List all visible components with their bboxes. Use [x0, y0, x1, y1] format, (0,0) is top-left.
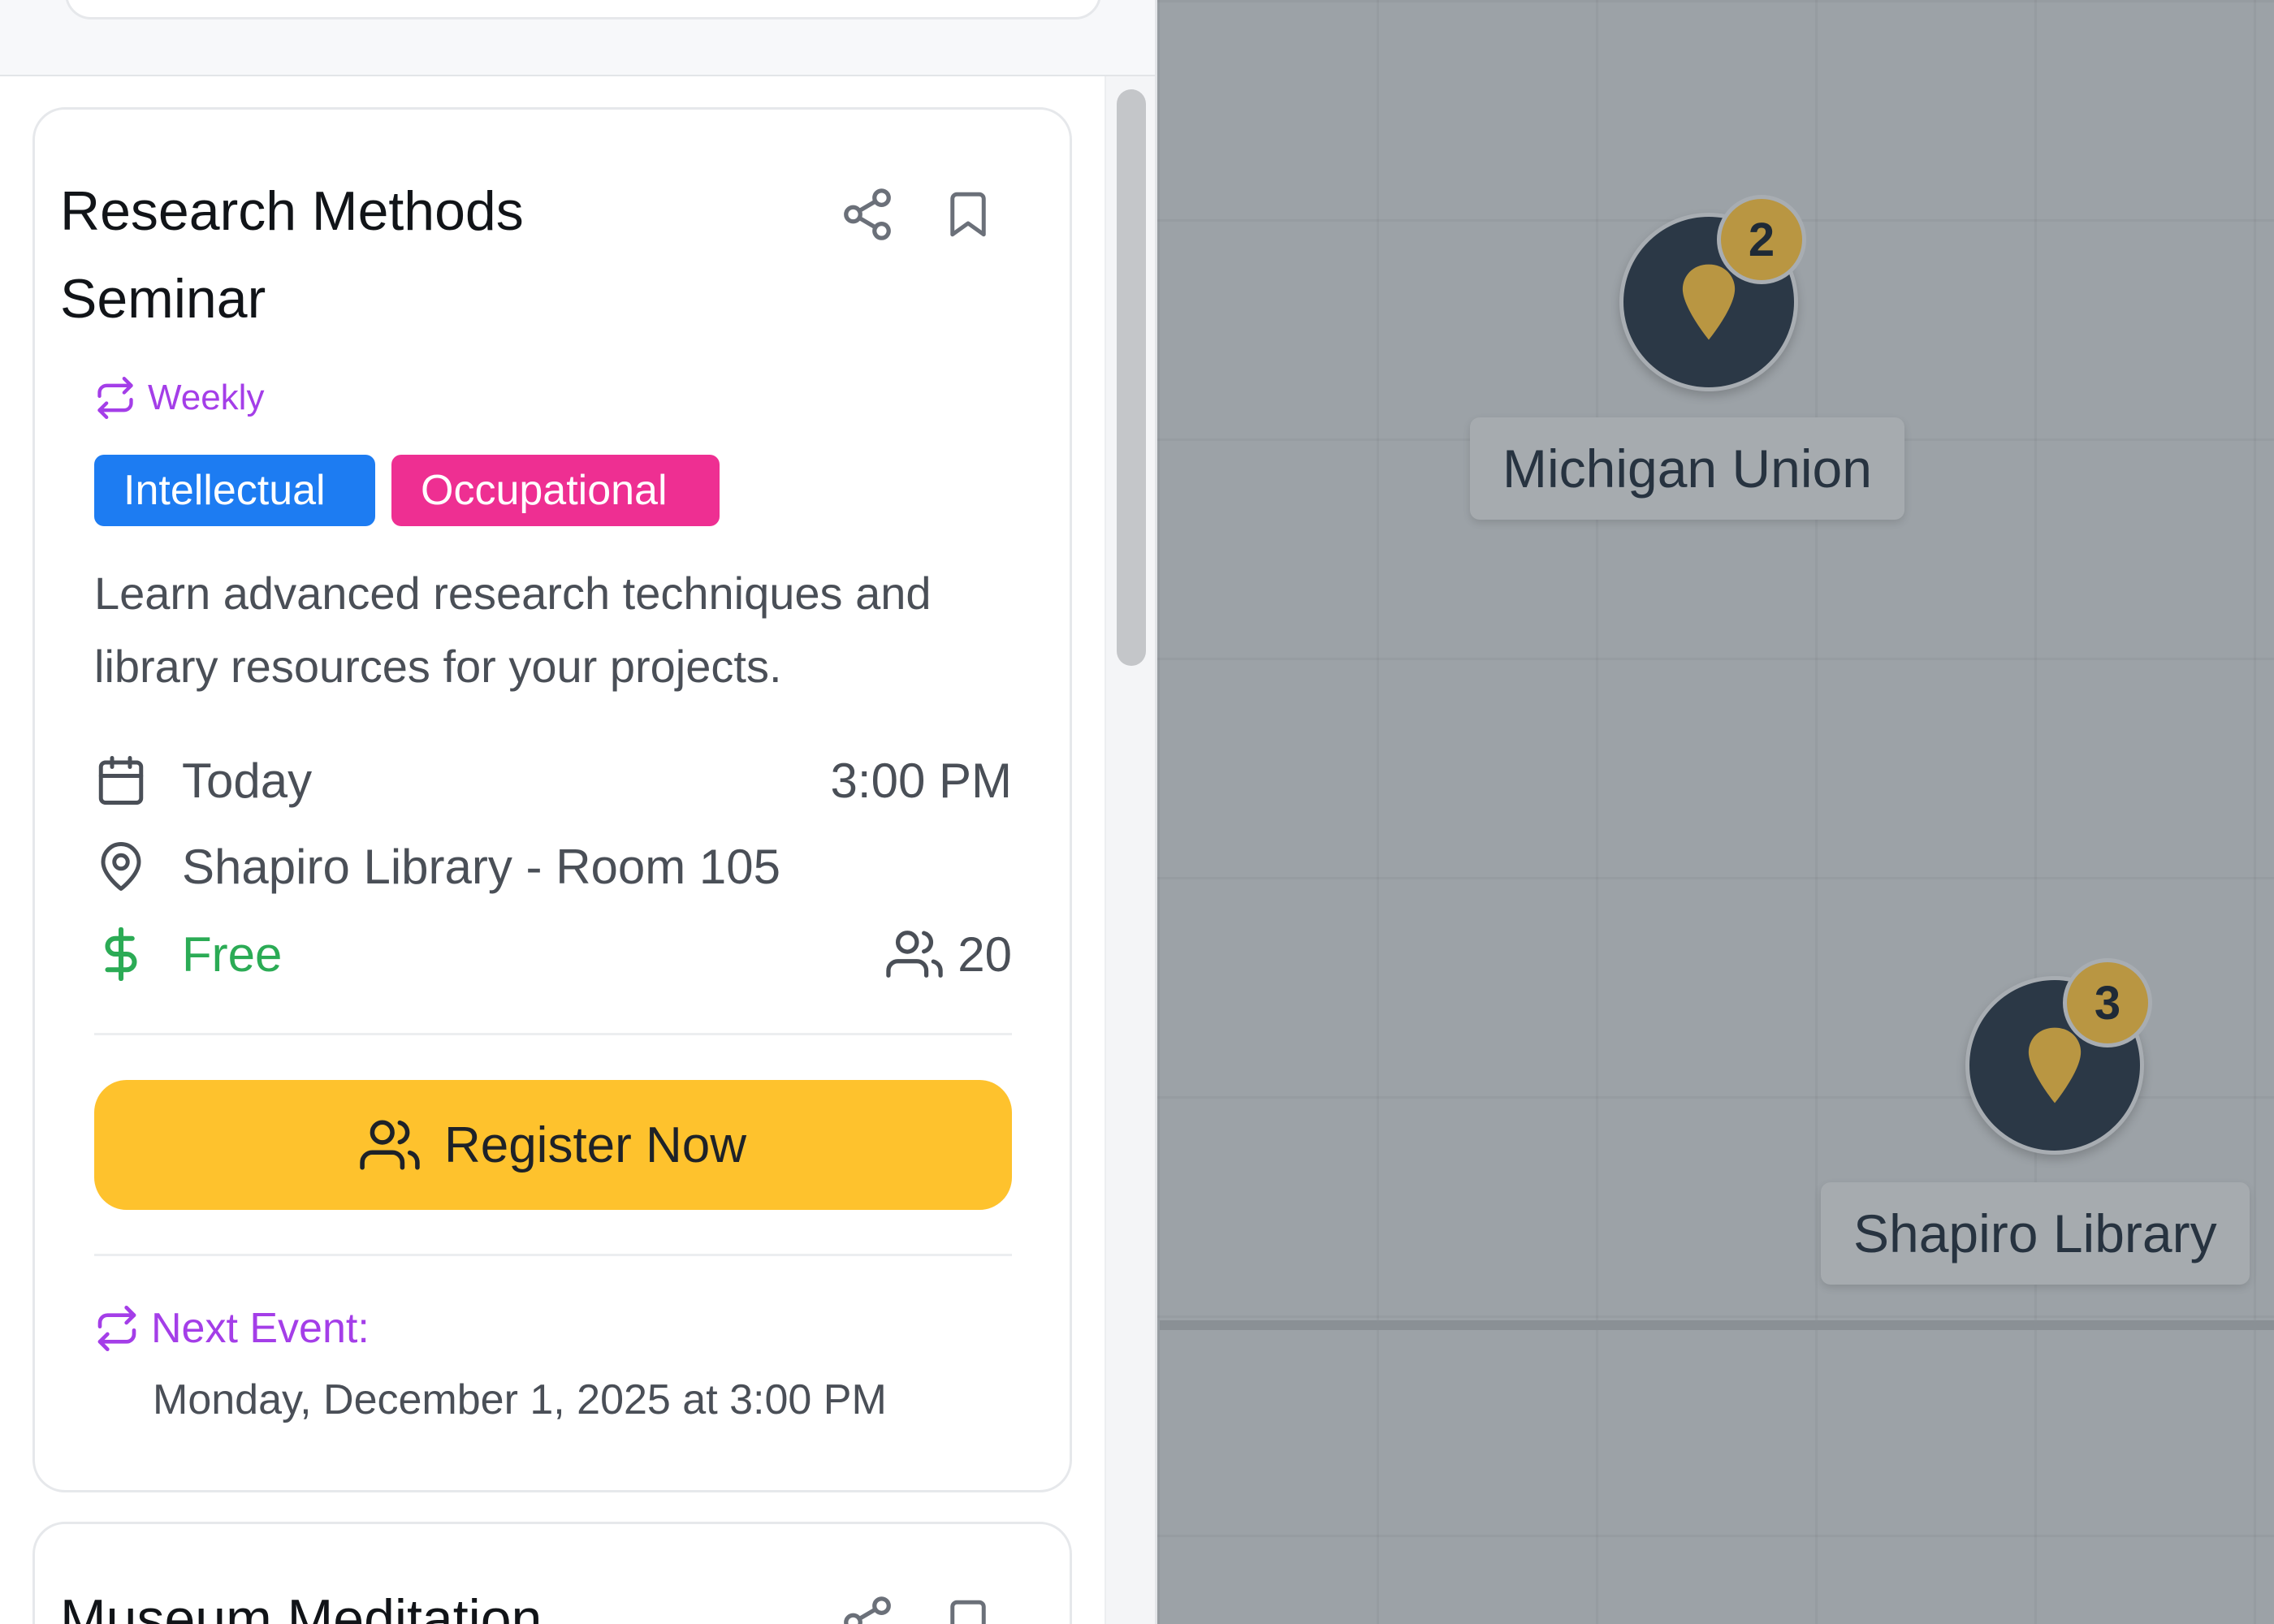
- marker-count-badge: 2: [1717, 195, 1806, 284]
- card-divider: [94, 1254, 1012, 1256]
- event-sidebar: Research Methods Seminar Weekly Intellec…: [0, 0, 1157, 1624]
- bookmark-icon: [950, 1600, 986, 1624]
- register-button-label: Register Now: [443, 1116, 747, 1173]
- users-icon: [360, 1120, 420, 1170]
- dollar-icon: [94, 924, 154, 984]
- recurrence-label: Weekly: [148, 378, 265, 417]
- event-description: Learn advanced research techniques and l…: [94, 568, 932, 692]
- next-event-label: Next Event:: [151, 1305, 370, 1352]
- map-road: [1160, 1320, 2274, 1330]
- card-divider: [94, 1033, 1012, 1035]
- event-date-row: Today 3:00 PM: [94, 744, 1012, 817]
- calendar-icon: [94, 750, 154, 810]
- next-event-date: Monday, December 1, 2025 at 3:00 PM: [153, 1376, 887, 1423]
- recurrence-indicator: Weekly: [94, 374, 264, 422]
- share-icon: [844, 1596, 891, 1624]
- location-pin-icon: [94, 836, 154, 896]
- marker-label: Michigan Union: [1470, 417, 1904, 520]
- marker-label: Shapiro Library: [1821, 1182, 2250, 1285]
- bookmark-icon: [950, 192, 986, 237]
- tag-occupational: Occupational: [391, 455, 720, 526]
- event-date: Today: [182, 753, 313, 808]
- users-icon: [886, 931, 943, 978]
- event-location: Shapiro Library - Room 105: [182, 839, 781, 894]
- repeat-icon: [97, 377, 133, 419]
- event-time: 3:00 PM: [830, 753, 1012, 808]
- share-button[interactable]: [835, 1590, 900, 1624]
- event-title: Museum Meditation: [60, 1588, 543, 1624]
- share-button[interactable]: [835, 182, 900, 247]
- scrollbar-thumb[interactable]: [1117, 89, 1146, 666]
- tag-intellectual: Intellectual: [94, 455, 375, 526]
- register-button[interactable]: Register Now: [94, 1080, 1012, 1210]
- previous-event-card[interactable]: [65, 0, 1101, 19]
- bookmark-button[interactable]: [936, 182, 1001, 247]
- event-price: Free: [182, 926, 283, 982]
- event-title: Research Methods Seminar: [60, 180, 524, 330]
- event-capacity: 20: [958, 926, 1012, 982]
- next-event-indicator: Next Event:: [94, 1302, 370, 1354]
- bookmark-button[interactable]: [936, 1590, 1001, 1624]
- repeat-icon: [97, 1306, 136, 1351]
- event-price-row: Free 20: [94, 918, 1012, 991]
- marker-count-badge: 3: [2063, 958, 2152, 1047]
- share-icon: [844, 188, 891, 240]
- event-location-row: Shapiro Library - Room 105: [94, 830, 1012, 903]
